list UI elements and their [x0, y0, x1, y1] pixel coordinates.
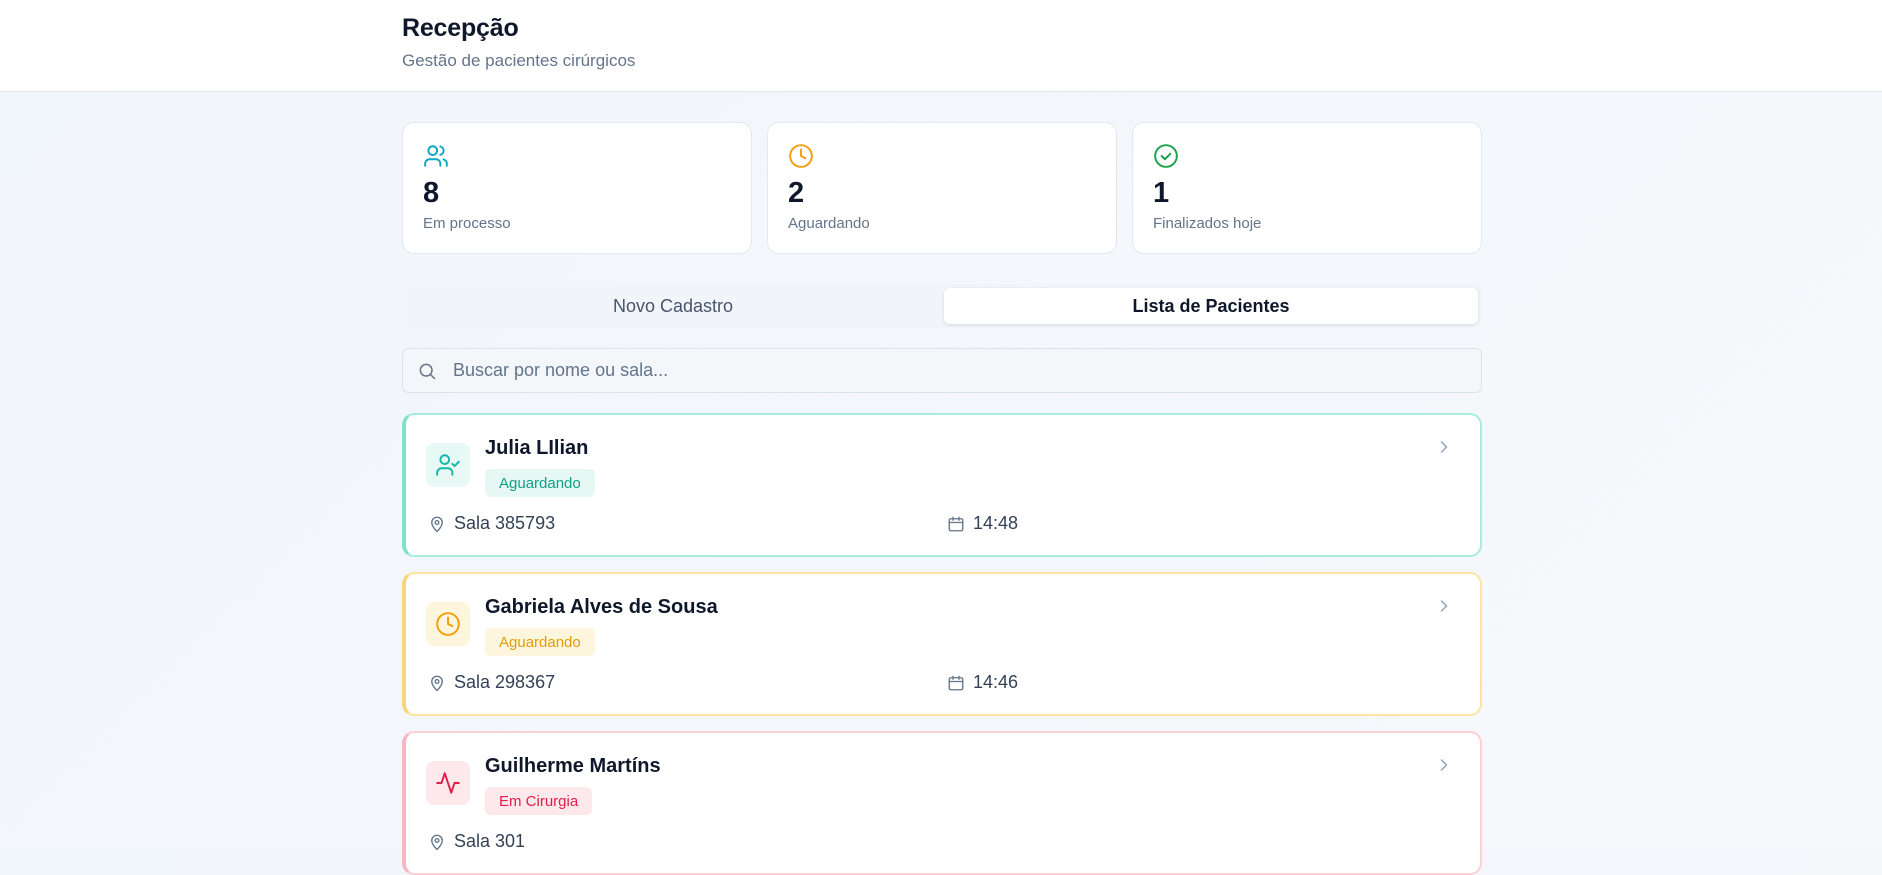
calendar-icon — [948, 516, 964, 531]
time-label: 14:46 — [973, 672, 1019, 692]
page-subtitle: Gestão de pacientes cirúrgicos — [402, 51, 636, 70]
activity-icon — [436, 772, 460, 794]
status-badge: Aguardando — [485, 628, 595, 656]
patient-card[interactable]: Guilherme Martíns Em Cirurgia Sala 301 — [402, 731, 1482, 875]
status-badge: Em Cirurgia — [485, 787, 593, 815]
chevron-right-icon[interactable] — [1434, 437, 1454, 457]
stat-card-in-process: 8 Em processo — [402, 122, 752, 254]
stat-card-finished-today: 1 Finalizados hoje — [1132, 122, 1482, 254]
patient-status-avatar — [426, 761, 470, 805]
patient-time: 14:46 — [947, 672, 1018, 693]
room-label: Sala 301 — [454, 831, 526, 851]
search-bar — [402, 348, 1482, 393]
stat-value: 2 — [788, 177, 805, 209]
patient-room: Sala 298367 — [428, 672, 555, 693]
main-content: 8 Em processo 2 Aguardando 1 Finalizados… — [402, 122, 1482, 875]
patient-time: 14:48 — [947, 513, 1018, 534]
search-icon — [419, 363, 436, 379]
clock-icon — [789, 144, 813, 168]
patient-card[interactable]: Gabriela Alves de Sousa Aguardando Sala … — [402, 572, 1482, 716]
page-header: Recepção Gestão de pacientes cirúrgicos — [0, 0, 1882, 92]
patient-card[interactable]: Julia LIlian Aguardando Sala 385793 14:4… — [402, 413, 1482, 557]
patient-name: Gabriela Alves de Sousa — [485, 596, 718, 618]
user-check-icon — [436, 454, 460, 476]
room-label: Sala 385793 — [454, 513, 556, 533]
patient-status-avatar — [426, 602, 470, 646]
tab-bar: Novo Cadastro Lista de Pacientes — [402, 284, 1482, 328]
map-pin-icon — [431, 516, 443, 532]
patient-room: Sala 385793 — [428, 513, 555, 534]
search-input[interactable] — [453, 360, 1353, 381]
calendar-icon — [948, 675, 964, 690]
stat-label: Finalizados hoje — [1153, 215, 1262, 232]
tab-patient-list[interactable]: Lista de Pacientes — [944, 288, 1478, 324]
chevron-right-icon[interactable] — [1434, 755, 1454, 775]
stats-row: 8 Em processo 2 Aguardando 1 Finalizados… — [402, 122, 1482, 254]
patient-name: Guilherme Martíns — [485, 755, 661, 777]
time-label: 14:48 — [973, 513, 1019, 533]
stat-value: 1 — [1153, 177, 1170, 209]
map-pin-icon — [431, 675, 443, 691]
patient-name: Julia LIlian — [485, 437, 589, 459]
room-label: Sala 298367 — [454, 672, 556, 692]
patient-room: Sala 301 — [428, 831, 525, 852]
users-icon — [424, 145, 448, 167]
check-circle-icon — [1154, 144, 1178, 168]
page-title: Recepção — [402, 14, 519, 42]
tab-new-registration[interactable]: Novo Cadastro — [406, 288, 940, 324]
stat-label: Em processo — [423, 215, 511, 232]
chevron-right-icon[interactable] — [1434, 596, 1454, 616]
status-badge: Aguardando — [485, 469, 595, 497]
stat-label: Aguardando — [788, 215, 870, 232]
clock-icon — [436, 612, 460, 636]
stat-value: 8 — [423, 177, 440, 209]
patient-status-avatar — [426, 443, 470, 487]
stat-card-waiting: 2 Aguardando — [767, 122, 1117, 254]
